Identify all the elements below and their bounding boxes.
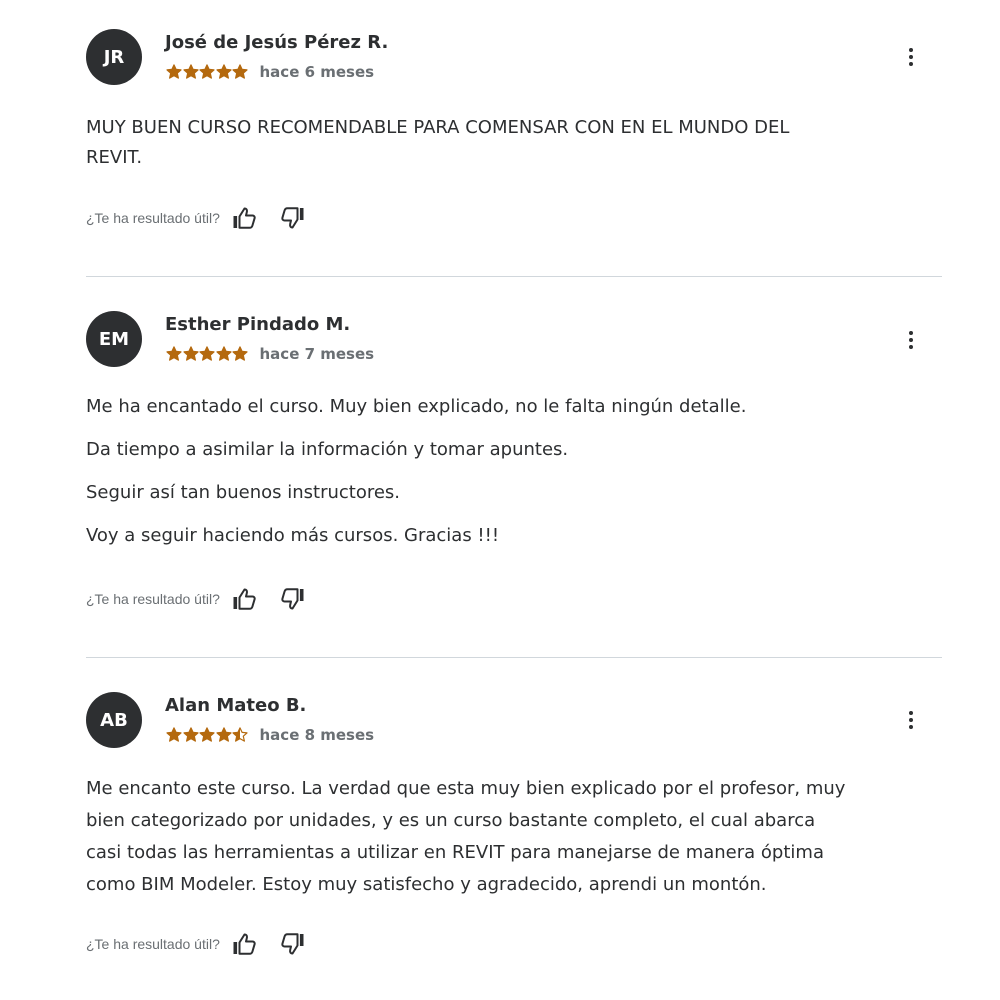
star-full-icon <box>166 346 182 361</box>
thumbs-up-icon[interactable] <box>228 930 260 958</box>
star-rating <box>166 346 249 362</box>
more-options-icon[interactable] <box>904 45 918 69</box>
helpful-label: ¿Te ha resultado útil? <box>86 591 220 607</box>
star-full-icon <box>215 727 232 742</box>
avatar: EM <box>86 311 142 367</box>
star-full-icon <box>166 64 182 79</box>
star-rating <box>166 727 249 743</box>
review-date: hace 6 meses <box>259 63 375 81</box>
thumbs-up-icon[interactable] <box>228 204 260 232</box>
star-full-icon <box>215 64 232 79</box>
star-half-icon <box>232 727 248 742</box>
star-full-icon <box>215 346 232 361</box>
star-full-icon <box>199 64 215 79</box>
review-text: Me encanto este curso. La verdad que est… <box>86 778 846 895</box>
star-full-icon <box>182 64 199 79</box>
more-options-icon[interactable] <box>904 708 918 732</box>
thumbs-down-icon[interactable] <box>277 585 309 613</box>
avatar: AB <box>86 692 142 748</box>
thumbs-up-icon[interactable] <box>228 585 260 613</box>
avatar: JR <box>86 29 142 85</box>
review-date: hace 8 meses <box>259 726 375 744</box>
helpful-label: ¿Te ha resultado útil? <box>86 210 220 226</box>
review-date: hace 7 meses <box>259 345 375 363</box>
reviewer-name: Esther Pindado M. <box>165 314 351 335</box>
star-full-icon <box>199 346 215 361</box>
reviewer-name: Alan Mateo B. <box>165 695 307 716</box>
helpful-label: ¿Te ha resultado útil? <box>86 936 220 952</box>
star-full-icon <box>182 727 199 742</box>
star-full-icon <box>166 727 182 742</box>
reviewer-name: José de Jesús Pérez R. <box>165 32 389 53</box>
divider <box>86 657 942 658</box>
star-full-icon <box>232 346 248 361</box>
review-text: Me ha encantado el curso. Muy bien expli… <box>86 396 747 546</box>
review-text: MUY BUEN CURSO RECOMENDABLE PARA COMENSA… <box>86 117 790 168</box>
star-rating <box>166 64 249 80</box>
thumbs-down-icon[interactable] <box>277 930 309 958</box>
thumbs-down-icon[interactable] <box>277 204 309 232</box>
star-full-icon <box>232 64 248 79</box>
divider <box>86 276 942 277</box>
star-full-icon <box>182 346 199 361</box>
more-options-icon[interactable] <box>904 328 918 352</box>
star-full-icon <box>199 727 215 742</box>
